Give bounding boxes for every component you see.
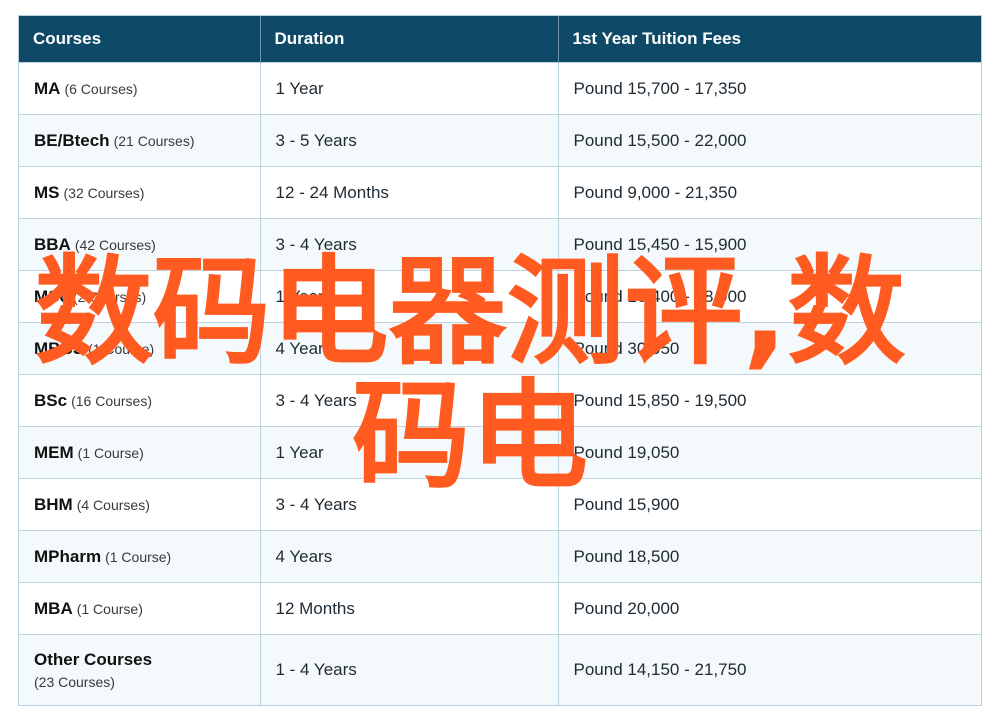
fees-cell: Pound 15,450 - 15,900: [558, 218, 981, 271]
course-name[interactable]: MS: [34, 183, 60, 202]
table-row: BHM (4 Courses) 3 - 4 Years Pound 15,900: [19, 478, 981, 531]
course-cell: MSc (2 Courses): [19, 270, 261, 323]
course-cell: MA (6 Courses): [19, 62, 261, 115]
course-count: (2 Courses): [72, 288, 147, 305]
course-count: (21 Courses): [113, 132, 195, 149]
duration-cell: 4 Years: [260, 322, 559, 375]
fees-cell: Pound 14,150 - 21,750: [558, 634, 981, 705]
header-fees: 1st Year Tuition Fees: [558, 16, 981, 63]
duration-cell: 3 - 5 Years: [260, 114, 559, 167]
header-row: Courses Duration 1st Year Tuition Fees: [19, 16, 981, 63]
fees-cell: Pound 15,500 - 22,000: [558, 114, 981, 167]
table-row: MBA (1 Course) 12 Months Pound 20,000: [19, 582, 981, 635]
fees-cell: Pound 19,050: [558, 426, 981, 479]
course-cell: BSc (16 Courses): [19, 374, 261, 427]
courses-table-container: Courses Duration 1st Year Tuition Fees M…: [18, 15, 982, 706]
duration-cell: 1 - 4 Years: [260, 634, 559, 705]
course-count: (4 Courses): [76, 496, 150, 513]
course-name[interactable]: BE/Btech: [34, 131, 110, 150]
course-cell: MPharm (1 Course): [19, 530, 261, 583]
duration-cell: 1 Year: [260, 270, 559, 323]
duration-cell: 3 - 4 Years: [260, 374, 559, 427]
table-row: MA (6 Courses) 1 Year Pound 15,700 - 17,3…: [19, 62, 981, 115]
course-count: (1 Course): [76, 600, 143, 617]
duration-cell: 12 Months: [260, 582, 559, 635]
table-row: BE/Btech (21 Courses) 3 - 5 Years Pound 1…: [19, 114, 981, 167]
course-cell: MBA (1 Course): [19, 582, 261, 635]
course-cell: MS (32 Courses): [19, 166, 261, 219]
course-count: (42 Courses): [74, 236, 156, 253]
duration-cell: 12 - 24 Months: [260, 166, 559, 219]
course-count: (1 Course): [77, 444, 144, 461]
course-name[interactable]: BHM: [34, 495, 73, 514]
header-duration: Duration: [260, 16, 559, 63]
course-count: (16 Courses): [71, 392, 152, 409]
table-row: MS (32 Courses) 12 - 24 Months Pound 9,00…: [19, 166, 981, 219]
fees-cell: Pound 20,000: [558, 582, 981, 635]
table-row: BBA (42 Courses) 3 - 4 Years Pound 15,450…: [19, 218, 981, 271]
fees-cell: Pound 18,500: [558, 530, 981, 583]
course-cell: MEM (1 Course): [19, 426, 261, 479]
course-cell: BBA (42 Courses): [19, 218, 261, 271]
fees-cell: Pound 16,400 - 18,900: [558, 270, 981, 323]
course-name[interactable]: MBBS: [34, 339, 84, 358]
course-cell: BHM (4 Courses): [19, 478, 261, 531]
fees-cell: Pound 15,900: [558, 478, 981, 531]
course-cell: BE/Btech (21 Courses): [19, 114, 261, 167]
course-name[interactable]: MPharm: [34, 547, 101, 566]
table-row: Other Courses (23 Courses) 1 - 4 Years Po…: [19, 634, 981, 705]
fees-cell: Pound 15,850 - 19,500: [558, 374, 981, 427]
course-name[interactable]: MSc: [34, 287, 69, 306]
course-cell: Other Courses (23 Courses): [19, 634, 261, 705]
course-name[interactable]: BSc: [34, 391, 67, 410]
table-row: MBBS (1 Course) 4 Years Pound 30,050: [19, 322, 981, 375]
fees-cell: Pound 30,050: [558, 322, 981, 375]
table-body: MA (6 Courses) 1 Year Pound 15,700 - 17,3…: [19, 62, 981, 705]
course-count: (23 Courses): [34, 674, 115, 690]
course-name[interactable]: BBA: [34, 235, 71, 254]
course-name[interactable]: MEM: [34, 443, 74, 462]
course-name[interactable]: MBA: [34, 599, 73, 618]
course-count: (6 Courses): [64, 80, 138, 97]
course-count: (1 Course): [105, 548, 172, 565]
course-cell: MBBS (1 Course): [19, 322, 261, 375]
table-header: Courses Duration 1st Year Tuition Fees: [19, 16, 981, 63]
duration-cell: 1 Year: [260, 62, 559, 115]
table-row: BSc (16 Courses) 3 - 4 Years Pound 15,850…: [19, 374, 981, 427]
course-name[interactable]: Other Courses: [34, 650, 152, 669]
course-count: (1 Course): [88, 340, 155, 357]
header-courses: Courses: [19, 16, 261, 63]
courses-table: Courses Duration 1st Year Tuition Fees M…: [19, 16, 981, 705]
table-row: MSc (2 Courses) 1 Year Pound 16,400 - 18,…: [19, 270, 981, 323]
duration-cell: 3 - 4 Years: [260, 478, 559, 531]
table-row: MPharm (1 Course) 4 Years Pound 18,500: [19, 530, 981, 583]
course-name[interactable]: MA: [34, 79, 60, 98]
duration-cell: 4 Years: [260, 530, 559, 583]
duration-cell: 1 Year: [260, 426, 559, 479]
fees-cell: Pound 9,000 - 21,350: [558, 166, 981, 219]
table-row: MEM (1 Course) 1 Year Pound 19,050: [19, 426, 981, 479]
fees-cell: Pound 15,700 - 17,350: [558, 62, 981, 115]
course-count: (32 Courses): [63, 184, 145, 201]
duration-cell: 3 - 4 Years: [260, 218, 559, 271]
